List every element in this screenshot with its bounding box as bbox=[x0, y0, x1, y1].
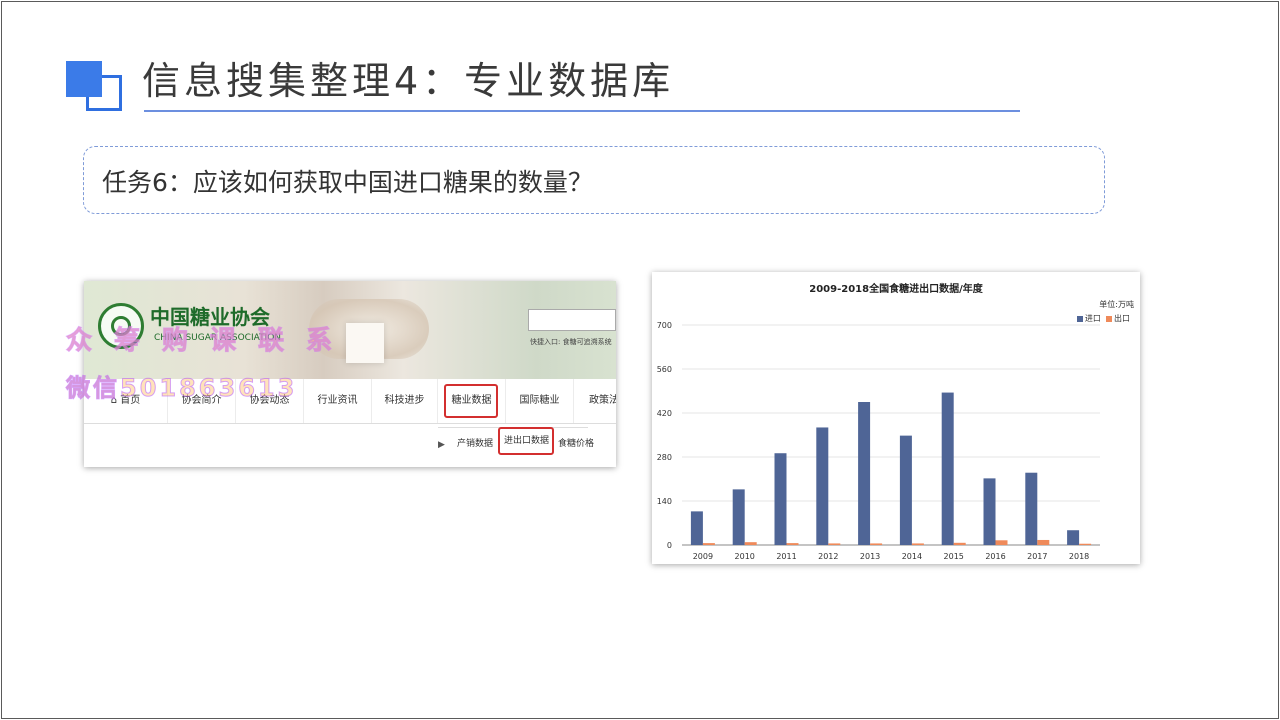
x-tick-label: 2016 bbox=[985, 552, 1005, 561]
task-box: 任务6：应该如何获取中国进口糖果的数量？ bbox=[83, 146, 1105, 214]
y-tick-label: 560 bbox=[657, 365, 672, 374]
import-export-chart: 2009-2018全国食糖进出口数据/年度 单位:万吨 进口 出口 0 140 28… bbox=[652, 272, 1140, 564]
bar-import-2009 bbox=[690, 511, 703, 545]
bar-export-2011 bbox=[786, 543, 799, 545]
bar-import-2012 bbox=[816, 427, 829, 545]
y-tick-label: 280 bbox=[657, 453, 672, 462]
submenu-production-sales[interactable]: 产销数据 bbox=[457, 427, 493, 461]
x-tick-label: 2011 bbox=[776, 552, 796, 561]
bar-import-2018 bbox=[1067, 530, 1080, 545]
bar-import-2017 bbox=[1025, 472, 1038, 545]
nav-tech[interactable]: 科技进步 bbox=[372, 379, 438, 423]
x-tick-label: 2012 bbox=[818, 552, 838, 561]
y-tick-label: 700 bbox=[657, 321, 672, 330]
bar-import-2016 bbox=[983, 478, 996, 545]
x-tick-label: 2018 bbox=[1069, 552, 1089, 561]
x-tick-label: 2009 bbox=[693, 552, 713, 561]
task-text: 任务6：应该如何获取中国进口糖果的数量？ bbox=[102, 168, 593, 197]
sugar-data-highlight bbox=[444, 384, 498, 418]
x-tick-label: 2013 bbox=[860, 552, 880, 561]
org-name-en: CHINA SUGAR ASSOCIATION bbox=[154, 333, 282, 343]
nav-about[interactable]: 协会简介 bbox=[168, 379, 236, 423]
bar-export-2015 bbox=[953, 542, 966, 545]
title-underline bbox=[144, 110, 1020, 112]
bar-export-2018 bbox=[1079, 543, 1092, 545]
import-export-highlight bbox=[498, 427, 554, 455]
bar-export-2010 bbox=[744, 542, 757, 545]
bar-export-2013 bbox=[870, 543, 883, 545]
bar-import-2014 bbox=[899, 435, 912, 545]
x-tick-label: 2017 bbox=[1027, 552, 1047, 561]
title-squares-icon bbox=[66, 61, 122, 111]
site-nav: ⌂ 首页 协会简介 协会动态 行业资讯 科技进步 糖业数据 国际糖业 政策法 bbox=[84, 379, 616, 424]
submenu-arrow-icon: ▶ bbox=[438, 440, 445, 450]
bar-export-2012 bbox=[828, 543, 841, 545]
bar-import-2011 bbox=[774, 453, 787, 545]
org-name-cn: 中国糖业协会 bbox=[150, 305, 270, 329]
x-tick-label: 2014 bbox=[902, 552, 922, 561]
nav-international[interactable]: 国际糖业 bbox=[506, 379, 574, 423]
bar-import-2013 bbox=[858, 402, 871, 545]
quick-links[interactable]: 快捷入口: 食糖可追溯系统 bbox=[530, 337, 612, 347]
bar-export-2009 bbox=[702, 543, 715, 545]
chart-plot: 0 140 280 420 560 700 2009 2010 2011 2012 2013 2014… bbox=[657, 321, 1100, 561]
submenu-sugar-price[interactable]: 食糖价格 bbox=[558, 427, 594, 461]
site-search-input[interactable] bbox=[528, 309, 616, 331]
bar-import-2010 bbox=[732, 489, 745, 545]
bar-export-2016 bbox=[995, 540, 1008, 545]
y-tick-label: 0 bbox=[667, 541, 672, 550]
nav-news[interactable]: 协会动态 bbox=[236, 379, 304, 423]
association-logo-icon bbox=[98, 303, 144, 349]
x-tick-label: 2015 bbox=[944, 552, 964, 561]
bar-import-2015 bbox=[941, 392, 954, 545]
website-screenshot: 中国糖业协会 CHINA SUGAR ASSOCIATION 快捷入口: 食糖可… bbox=[84, 281, 616, 467]
bar-export-2017 bbox=[1037, 539, 1050, 545]
x-tick-label: 2010 bbox=[735, 552, 755, 561]
nav-home[interactable]: ⌂ 首页 bbox=[84, 379, 168, 423]
slide-title: 信息搜集整理4：专业数据库 bbox=[142, 59, 675, 103]
nav-industry[interactable]: 行业资讯 bbox=[304, 379, 372, 423]
sugar-cube-image bbox=[346, 323, 384, 363]
y-tick-label: 140 bbox=[657, 497, 672, 506]
nav-policy[interactable]: 政策法 bbox=[574, 379, 616, 423]
bar-export-2014 bbox=[911, 543, 924, 545]
y-tick-label: 420 bbox=[657, 409, 672, 418]
